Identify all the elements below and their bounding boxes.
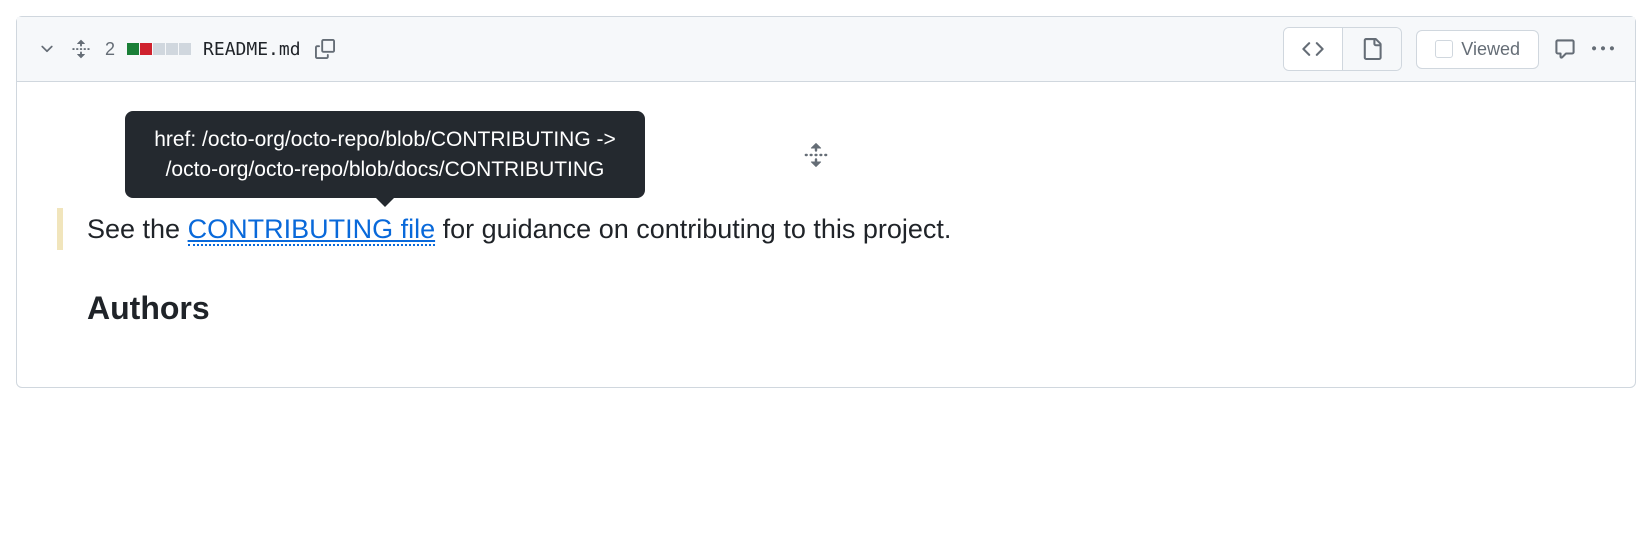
authors-heading: Authors — [87, 290, 1575, 327]
file-header-left: 2 README.md — [37, 37, 337, 61]
viewed-button[interactable]: Viewed — [1416, 30, 1539, 69]
diff-square-neutral — [153, 43, 165, 55]
file-body: href: /octo-org/octo-repo/blob/CONTRIBUT… — [17, 82, 1635, 387]
href-tooltip: href: /octo-org/octo-repo/blob/CONTRIBUT… — [125, 111, 645, 198]
diff-text-prefix: See the — [87, 214, 188, 244]
file-header: 2 README.md — [17, 17, 1635, 82]
copy-icon — [315, 39, 335, 59]
collapse-toggle[interactable] — [37, 39, 57, 59]
expand-context-button[interactable] — [803, 142, 829, 168]
comment-icon — [1554, 38, 1576, 60]
chevron-down-icon — [38, 40, 56, 58]
file-header-right: Viewed — [1283, 27, 1615, 71]
viewed-label: Viewed — [1461, 39, 1520, 60]
view-mode-toggle — [1283, 27, 1402, 71]
unfold-icon — [71, 39, 91, 59]
diff-text-suffix: for guidance on contributing to this pro… — [435, 214, 951, 244]
expand-all-icon[interactable] — [69, 37, 93, 61]
comment-button[interactable] — [1553, 37, 1577, 61]
viewed-checkbox[interactable] — [1435, 40, 1453, 58]
diff-square-removed — [140, 43, 152, 55]
unfold-icon — [803, 142, 829, 168]
kebab-icon — [1592, 38, 1614, 60]
more-options-button[interactable] — [1591, 37, 1615, 61]
file-icon — [1361, 38, 1383, 60]
source-view-button[interactable] — [1284, 28, 1343, 70]
change-count: 2 — [105, 39, 115, 60]
diff-square-neutral — [179, 43, 191, 55]
contributing-link[interactable]: CONTRIBUTING file — [188, 214, 436, 246]
code-icon — [1302, 38, 1324, 60]
diff-stat-squares — [127, 43, 191, 55]
copy-path-button[interactable] — [313, 37, 337, 61]
diff-square-added — [127, 43, 139, 55]
diff-change-marker — [57, 208, 63, 250]
diff-text: See the CONTRIBUTING file for guidance o… — [87, 209, 951, 250]
file-diff-container: 2 README.md — [16, 16, 1636, 388]
filename[interactable]: README.md — [203, 39, 301, 60]
rich-view-button[interactable] — [1343, 28, 1401, 70]
diff-line: href: /octo-org/octo-repo/blob/CONTRIBUT… — [57, 208, 1575, 250]
diff-square-neutral — [166, 43, 178, 55]
